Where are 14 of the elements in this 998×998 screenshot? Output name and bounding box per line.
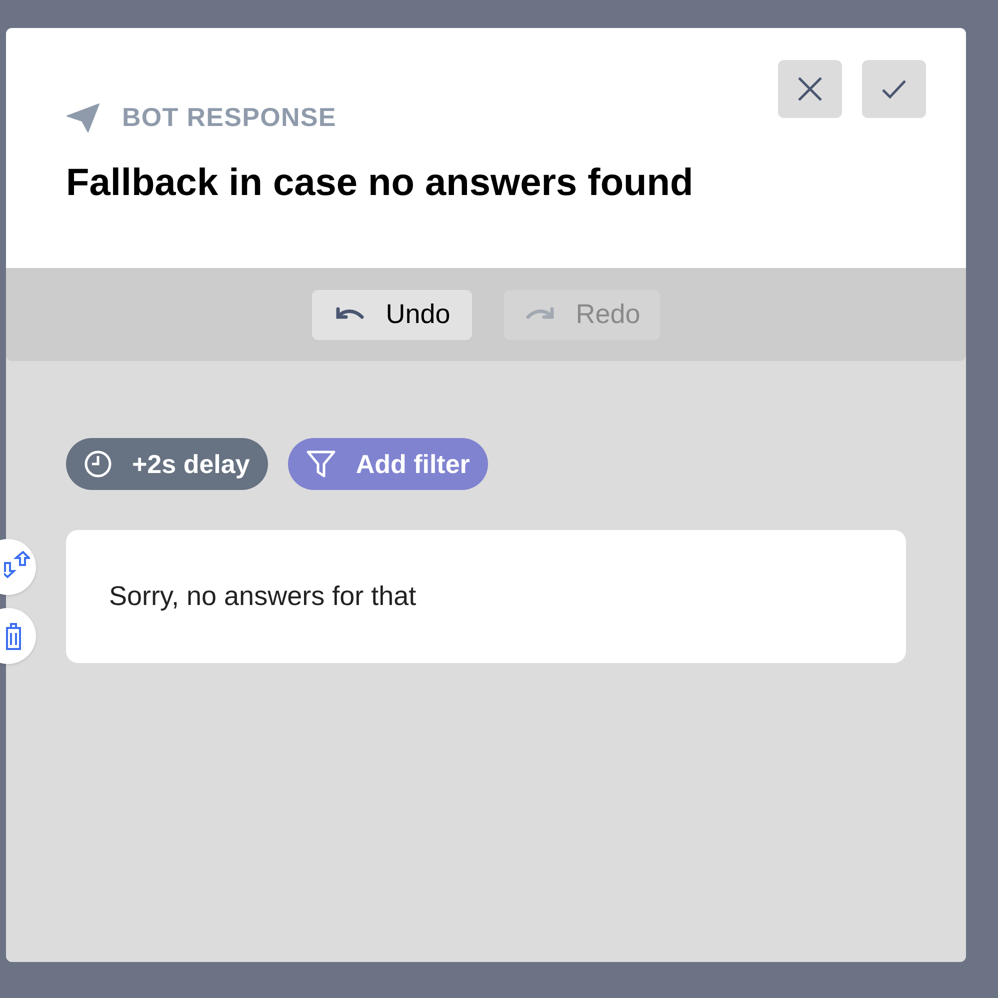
section-label: BOT RESPONSE: [122, 101, 336, 134]
trash-icon: [6, 621, 22, 651]
clock-icon: [84, 450, 112, 478]
paper-plane-icon: [66, 102, 100, 132]
add-filter-button[interactable]: Add filter: [288, 438, 488, 490]
confirm-button[interactable]: [862, 60, 926, 118]
delay-chip[interactable]: +2s delay: [66, 438, 268, 490]
close-button[interactable]: [778, 60, 842, 118]
dialog-title: Fallback in case no answers found: [66, 161, 694, 206]
message-text: Sorry, no answers for that: [109, 580, 416, 614]
checkmark-icon: [881, 78, 907, 100]
close-icon: [796, 75, 824, 103]
undo-button[interactable]: Undo: [312, 290, 472, 340]
filter-icon: [306, 449, 336, 479]
